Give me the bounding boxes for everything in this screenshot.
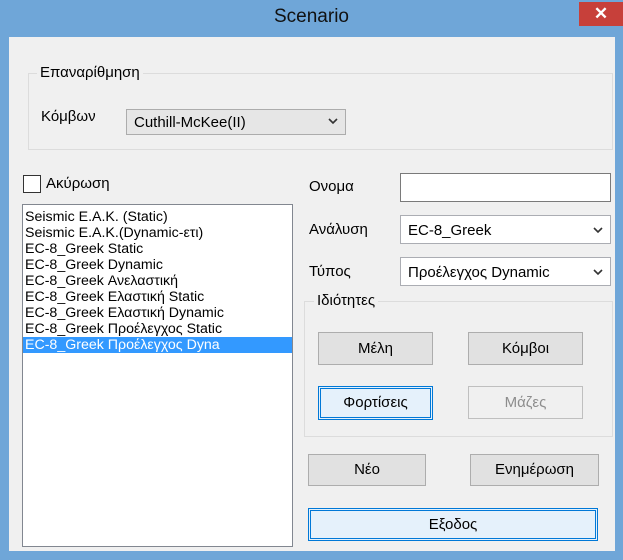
close-icon: ✕ bbox=[593, 4, 609, 23]
scenario-list-item[interactable]: EC-8_Greek Προέλεγχος Dyna bbox=[23, 337, 292, 353]
analysis-value: EC-8_Greek bbox=[408, 222, 492, 239]
exit-button[interactable]: Εξοδος bbox=[308, 508, 598, 541]
scenario-list-item[interactable]: EC-8_Greek Προέλεγχος Static bbox=[23, 321, 292, 337]
update-button-label: Ενημέρωση bbox=[494, 461, 575, 478]
title-bar[interactable]: Scenario ✕ bbox=[1, 1, 623, 37]
renumbering-group-label: Επαναρίθμηση bbox=[37, 64, 143, 81]
window-title: Scenario bbox=[274, 6, 349, 27]
dialog-body: Επαναρίθμηση Κόμβων Cuthill-McKee(II) Ακ… bbox=[9, 37, 615, 551]
type-label: Τύπος bbox=[309, 263, 351, 280]
scenario-list-item[interactable]: Seismic Ε.Α.Κ.(Dynamic-ετι) bbox=[23, 225, 292, 241]
masses-button-label: Μάζες bbox=[504, 394, 547, 411]
scenario-list-item[interactable]: EC-8_Greek Ελαστική Dynamic bbox=[23, 305, 292, 321]
loads-button-label: Φορτίσεις bbox=[343, 394, 408, 411]
cancel-checkbox[interactable] bbox=[23, 175, 41, 193]
nodes-button[interactable]: Κόμβοι bbox=[468, 332, 583, 365]
scenario-list-item[interactable]: EC-8_Greek Ελαστική Static bbox=[23, 289, 292, 305]
masses-button: Μάζες bbox=[468, 386, 583, 419]
chevron-down-icon bbox=[593, 227, 603, 234]
loads-button[interactable]: Φορτίσεις bbox=[318, 386, 433, 420]
name-label: Ονομα bbox=[309, 178, 354, 195]
cancel-checkbox-label: Ακύρωση bbox=[46, 175, 110, 192]
scenario-list[interactable]: Seismic Ε.Α.Κ. (Static) Seismic Ε.Α.Κ.(Dy… bbox=[22, 204, 293, 547]
scenario-list-item[interactable]: EC-8_Greek Static bbox=[23, 241, 292, 257]
members-button[interactable]: Μέλη bbox=[318, 332, 433, 365]
type-value: Προέλεγχος Dynamic bbox=[408, 264, 550, 281]
chevron-down-icon bbox=[593, 269, 603, 276]
name-input[interactable] bbox=[400, 173, 611, 202]
members-button-label: Μέλη bbox=[357, 340, 394, 357]
exit-button-label: Εξοδος bbox=[428, 516, 478, 533]
chevron-down-icon bbox=[328, 118, 338, 125]
scenario-dialog: Scenario ✕ Επαναρίθμηση Κόμβων Cuthill-M… bbox=[0, 0, 623, 560]
analysis-label: Ανάλυση bbox=[309, 221, 368, 238]
nodes-button-label: Κόμβοι bbox=[501, 340, 550, 357]
properties-group-label: Ιδιότητες bbox=[314, 292, 379, 309]
analysis-select[interactable]: EC-8_Greek bbox=[400, 215, 611, 244]
scenario-list-item[interactable]: EC-8_Greek Ανελαστική bbox=[23, 273, 292, 289]
close-button[interactable]: ✕ bbox=[579, 2, 623, 26]
nodes-numbering-label: Κόμβων bbox=[41, 108, 96, 125]
scenario-list-item[interactable]: Seismic Ε.Α.Κ. (Static) bbox=[23, 209, 292, 225]
nodes-numbering-value: Cuthill-McKee(II) bbox=[134, 114, 246, 131]
type-select[interactable]: Προέλεγχος Dynamic bbox=[400, 257, 611, 286]
scenario-list-item[interactable]: EC-8_Greek Dynamic bbox=[23, 257, 292, 273]
new-button-label: Νέο bbox=[354, 461, 380, 478]
nodes-numbering-select[interactable]: Cuthill-McKee(II) bbox=[126, 109, 346, 135]
new-button[interactable]: Νέο bbox=[308, 454, 426, 486]
update-button[interactable]: Ενημέρωση bbox=[470, 454, 599, 486]
